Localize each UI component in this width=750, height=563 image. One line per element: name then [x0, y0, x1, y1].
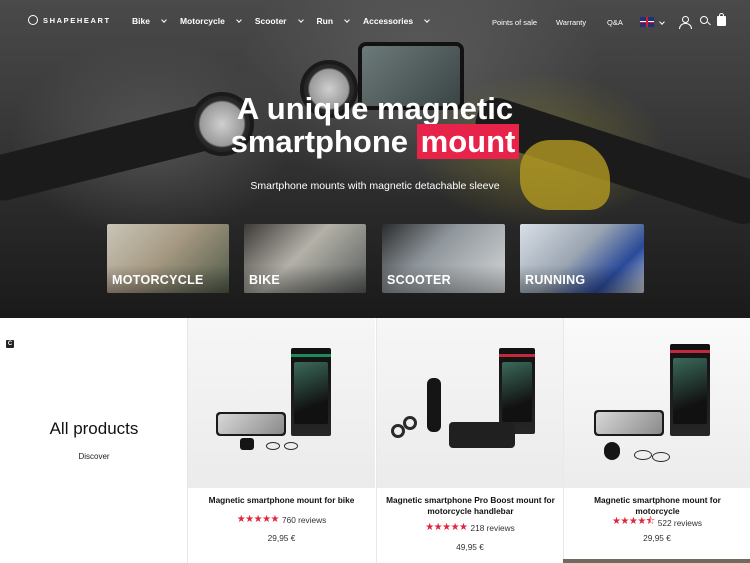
menu-label: Motorcycle — [179, 16, 225, 26]
menu-label: Bike — [132, 16, 150, 26]
chevron-down-icon — [344, 16, 350, 23]
menu-item-run[interactable]: Run — [317, 16, 350, 26]
star-rating-icon: ★★★★★ — [425, 522, 468, 533]
top-navigation: SHAPEHEART Bike Motorcycle Scooter Run A… — [0, 0, 750, 46]
uk-flag-icon[interactable] — [640, 17, 654, 27]
product-price: 29,95 € — [267, 533, 296, 543]
menu-item-motorcycle[interactable]: Motorcycle — [179, 16, 242, 26]
ring-part — [284, 442, 298, 450]
product-card[interactable]: Magnetic smartphone Pro Boost mount for … — [376, 318, 563, 563]
chevron-down-icon — [424, 16, 430, 23]
phone-case — [594, 410, 664, 436]
menu-item-scooter[interactable]: Scooter — [254, 16, 304, 26]
category-label: RUNNING — [525, 273, 586, 287]
category-card-running[interactable]: RUNNING — [520, 224, 644, 293]
points-of-sale-link[interactable]: Points of sale — [492, 18, 537, 27]
review-count: 760 reviews — [282, 514, 327, 525]
chevron-down-icon — [236, 16, 242, 23]
packaging-box — [291, 348, 331, 436]
category-card-scooter[interactable]: SCOOTER — [382, 224, 505, 293]
category-label: SCOOTER — [387, 273, 451, 287]
hero-title-line2: smartphone mount — [0, 124, 750, 159]
main-menu: Bike Motorcycle Scooter Run Accessories — [132, 16, 443, 26]
search-icon[interactable] — [700, 16, 710, 26]
ring-part — [634, 450, 652, 460]
review-count: 218 reviews — [470, 522, 515, 533]
next-section-image — [563, 559, 750, 563]
corner-badge: C — [6, 340, 14, 348]
cart-icon[interactable] — [717, 13, 726, 26]
product-rating: ★★★★⯪ 522 reviews — [564, 514, 750, 531]
product-image[interactable] — [377, 318, 563, 488]
menu-label: Scooter — [254, 16, 287, 26]
hero-title: A unique magnetic smartphone mount — [0, 91, 750, 159]
ring-part — [266, 442, 280, 450]
menu-label: Run — [316, 16, 334, 26]
star-rating-icon: ★★★★★ — [236, 514, 280, 525]
menu-item-bike[interactable]: Bike — [132, 16, 167, 26]
menu-item-accessories[interactable]: Accessories — [363, 16, 430, 26]
phone-case — [449, 422, 515, 448]
chevron-down-icon — [161, 16, 167, 23]
logo-mark-icon — [28, 15, 38, 25]
product-card[interactable]: Magnetic smartphone mount for bike ★★★★★… — [188, 318, 375, 563]
brand-logo[interactable]: SHAPEHEART — [28, 15, 111, 25]
product-image[interactable] — [188, 318, 375, 488]
hero-title-prefix: smartphone — [230, 124, 417, 159]
all-products-title: All products — [49, 419, 139, 438]
hero-title-highlight: mount — [416, 124, 520, 159]
hero-title-line1: A unique magnetic — [236, 91, 514, 126]
packaging-box — [670, 344, 710, 436]
account-icon[interactable] — [679, 16, 692, 29]
product-rating: ★★★★★ 218 reviews — [377, 522, 563, 533]
category-card-motorcycle[interactable]: MOTORCYCLE — [107, 224, 229, 293]
language-chevron-icon[interactable] — [659, 19, 665, 25]
ring-part — [652, 452, 670, 462]
product-rating: ★★★★★ 760 reviews — [188, 514, 375, 525]
ring-part — [403, 416, 417, 430]
category-label: BIKE — [249, 273, 281, 287]
warranty-link[interactable]: Warranty — [556, 18, 586, 27]
star-rating-icon: ★★★★⯪ — [611, 516, 655, 527]
category-card-bike[interactable]: BIKE — [244, 224, 366, 293]
handlebar-clamp — [427, 378, 441, 432]
hero-banner: SHAPEHEART Bike Motorcycle Scooter Run A… — [0, 0, 750, 318]
product-name[interactable]: Magnetic smartphone Pro Boost mount for … — [385, 495, 556, 517]
logo-text: SHAPEHEART — [43, 15, 111, 25]
product-price: 49,95 € — [456, 542, 484, 552]
product-card[interactable]: Magnetic smartphone mount for motorcycle… — [563, 318, 750, 563]
discover-link[interactable]: Discover — [0, 452, 188, 461]
phone-case — [216, 412, 286, 436]
product-name[interactable]: Magnetic smartphone mount for bike — [196, 495, 367, 506]
chevron-down-icon — [297, 16, 304, 23]
hero-subtitle: Smartphone mounts with magnetic detachab… — [250, 180, 500, 192]
review-count: 522 reviews — [657, 517, 703, 528]
product-image[interactable] — [564, 318, 750, 488]
mount-puck — [604, 442, 620, 460]
mount-puck — [240, 438, 254, 450]
product-price: 29,95 € — [643, 533, 671, 543]
qa-link[interactable]: Q&A — [607, 18, 623, 27]
menu-label: Accessories — [363, 16, 414, 26]
category-label: MOTORCYCLE — [112, 273, 204, 287]
